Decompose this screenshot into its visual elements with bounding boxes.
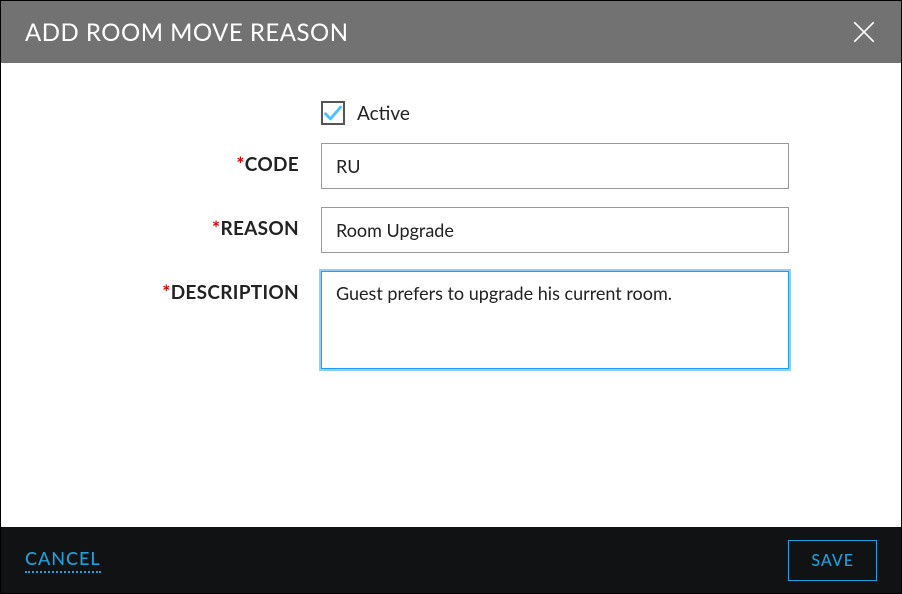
active-row: Active xyxy=(31,93,821,125)
description-label: *DESCRIPTION xyxy=(31,271,321,304)
dialog-header: ADD ROOM MOVE REASON xyxy=(1,1,901,63)
code-row: *CODE xyxy=(31,143,821,189)
active-label: Active xyxy=(357,102,410,125)
dialog-footer: CANCEL SAVE xyxy=(1,527,901,593)
cancel-button[interactable]: CANCEL xyxy=(25,547,101,573)
active-checkbox-group: Active xyxy=(321,93,789,125)
active-checkbox[interactable] xyxy=(321,101,345,125)
dialog-body: Active *CODE *REASON *DESCRIPTION xyxy=(1,63,901,527)
reason-label: *REASON xyxy=(31,207,321,240)
reason-input[interactable] xyxy=(321,207,789,253)
save-button[interactable]: SAVE xyxy=(788,540,877,581)
required-asterisk: * xyxy=(236,153,244,176)
checkmark-icon xyxy=(323,103,343,123)
dialog-title: ADD ROOM MOVE REASON xyxy=(25,18,349,47)
code-label: *CODE xyxy=(31,143,321,176)
reason-row: *REASON xyxy=(31,207,821,253)
add-room-move-reason-dialog: ADD ROOM MOVE REASON Active xyxy=(0,0,902,594)
description-row: *DESCRIPTION xyxy=(31,271,821,373)
code-input[interactable] xyxy=(321,143,789,189)
description-textarea[interactable] xyxy=(321,271,789,369)
active-label-spacer xyxy=(31,93,321,103)
close-icon[interactable] xyxy=(851,19,877,45)
required-asterisk: * xyxy=(162,281,170,304)
